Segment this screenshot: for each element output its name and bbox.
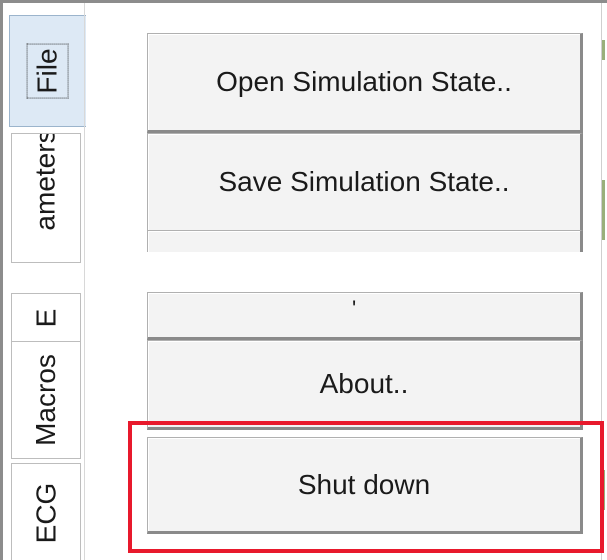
tab-parameters-label: ameters	[30, 133, 61, 231]
shut-down-button[interactable]: Shut down	[147, 437, 583, 534]
tab-macros-label: Macros	[30, 354, 62, 446]
vertical-tab-strip: File ameters E Macros ECG	[3, 3, 86, 560]
obscured-menu-button-lower[interactable]	[147, 292, 583, 340]
open-simulation-state-button[interactable]: Open Simulation State..	[147, 33, 583, 133]
about-button[interactable]: About..	[147, 340, 583, 430]
right-edge-mark	[602, 40, 605, 60]
file-menu-window: File ameters E Macros ECG Open Simulatio…	[0, 0, 607, 560]
tab-file-label: File	[28, 41, 68, 101]
tab-parameters[interactable]: ameters	[11, 133, 81, 263]
screenshot-gap-band	[85, 252, 601, 292]
obscured-button-glyph: '	[352, 296, 357, 321]
tab-file[interactable]: File	[9, 15, 86, 127]
tab-e-label: E	[30, 308, 61, 328]
right-edge-mark	[602, 470, 605, 510]
save-simulation-state-button[interactable]: Save Simulation State..	[147, 133, 583, 233]
tab-e[interactable]: E	[11, 293, 81, 343]
window-top-border	[0, 0, 607, 3]
tab-macros[interactable]: Macros	[11, 341, 81, 459]
right-edge-mark	[602, 180, 605, 240]
tab-ecg-label: ECG	[30, 482, 61, 544]
tab-ecg[interactable]: ECG	[11, 463, 81, 560]
